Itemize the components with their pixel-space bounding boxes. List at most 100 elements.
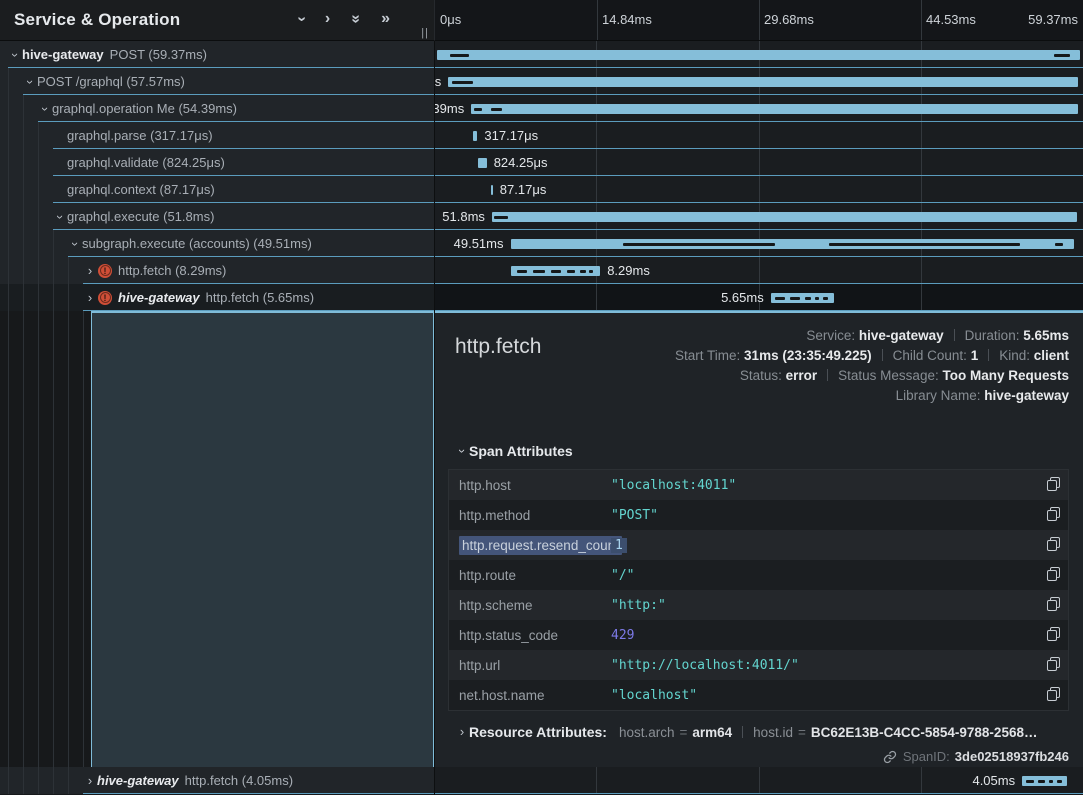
span-duration-bar[interactable]	[1022, 776, 1067, 786]
meta-label: Start Time:	[675, 348, 744, 363]
chevron-down-icon[interactable]: ›	[299, 11, 304, 27]
child-span-marker	[1057, 780, 1061, 783]
chevron-right-icon[interactable]: ›	[325, 11, 330, 27]
span-duration-bar[interactable]	[437, 50, 1080, 60]
resource-attributes-row[interactable]: › Resource Attributes: host.arch=arm64ho…	[448, 724, 1069, 740]
trace-span-row[interactable]: ›hive-gatewayPOST (59.37ms) 59.37ms	[0, 41, 1083, 68]
trace-span-row[interactable]: ›graphql.operation Me (54.39ms) 54.39ms	[0, 95, 1083, 122]
indent-guide	[38, 284, 39, 311]
indent-guide	[23, 95, 24, 122]
indent-guide	[68, 311, 69, 767]
span-operation-label: http.fetch (8.29ms)	[118, 263, 226, 278]
trace-span-row[interactable]: graphql.context (87.17μs) 87.17μs	[0, 176, 1083, 203]
chevron-down-icon[interactable]: ›	[68, 237, 82, 251]
span-tree-cell[interactable]: ›! http.fetch (8.29ms)	[0, 257, 434, 284]
double-chevron-right-icon[interactable]: »	[381, 11, 390, 27]
span-duration-label: 49.51ms	[454, 230, 504, 257]
span-duration-bar[interactable]	[478, 158, 487, 168]
indent-guide	[38, 767, 39, 794]
copy-attribute-button[interactable]	[1036, 477, 1060, 494]
span-duration-bar[interactable]	[491, 185, 493, 195]
span-tree-cell[interactable]: ›graphql.execute (51.8ms)	[0, 203, 434, 230]
attribute-value: "POST"	[611, 508, 1036, 523]
chevron-right-icon[interactable]: ›	[83, 291, 97, 305]
gridline	[921, 0, 922, 40]
span-duration-bar[interactable]	[771, 293, 834, 303]
span-duration-bar[interactable]	[473, 131, 477, 141]
span-service-name: hive-gateway	[22, 47, 104, 62]
chevron-right-icon[interactable]: ›	[83, 264, 97, 278]
trace-span-row[interactable]: ›subgraph.execute (accounts) (49.51ms) 4…	[0, 230, 1083, 257]
selected-span-expansion-area[interactable]	[91, 311, 434, 767]
gridline	[759, 149, 760, 176]
trace-span-row[interactable]: ›hive-gatewayhttp.fetch (4.05ms) 4.05ms	[0, 767, 1083, 794]
chevron-down-icon[interactable]: ›	[23, 75, 37, 89]
indent-guide	[8, 284, 9, 311]
panel-splitter[interactable]	[434, 41, 435, 795]
span-duration-bar[interactable]	[511, 239, 1074, 249]
child-span-marker	[589, 270, 593, 273]
panel-resize-handle[interactable]: ||	[421, 27, 429, 39]
span-duration-bar[interactable]	[511, 266, 601, 276]
copy-icon	[1047, 507, 1060, 521]
span-duration-bar[interactable]	[492, 212, 1077, 222]
span-duration-label: 317.17μs	[484, 122, 538, 149]
chevron-right-icon[interactable]: ›	[83, 774, 97, 788]
span-duration-label: 87.17μs	[500, 176, 547, 203]
span-duration-bar[interactable]	[448, 77, 1078, 87]
span-duration-label: 51.8ms	[442, 203, 485, 230]
indent-guide	[38, 149, 39, 176]
error-icon: !	[98, 264, 112, 278]
gridline	[596, 122, 597, 149]
attribute-value: "/"	[611, 568, 1036, 583]
copy-attribute-button[interactable]	[1036, 627, 1060, 644]
trace-span-row[interactable]: graphql.parse (317.17μs) 317.17μs	[0, 122, 1083, 149]
gridline	[921, 767, 922, 794]
span-tree-cell[interactable]: graphql.parse (317.17μs)	[0, 122, 434, 149]
span-tree-cell[interactable]: ›graphql.operation Me (54.39ms)	[0, 95, 434, 122]
trace-span-row[interactable]: ›POST /graphql (57.57ms) 57.57ms	[0, 68, 1083, 95]
span-tree-cell[interactable]: ›POST /graphql (57.57ms)	[0, 68, 434, 95]
span-tree-cell[interactable]: graphql.context (87.17μs)	[0, 176, 434, 203]
span-attributes-section-header[interactable]: › Span Attributes	[448, 443, 1069, 459]
span-id-value: 3de02518937fb246	[955, 749, 1069, 764]
indent-guide	[53, 257, 54, 284]
copy-attribute-button[interactable]	[1036, 507, 1060, 524]
child-span-marker	[452, 81, 473, 84]
resource-attributes-title: Resource Attributes:	[469, 724, 607, 740]
copy-icon	[1047, 687, 1060, 701]
trace-span-row[interactable]: graphql.validate (824.25μs) 824.25μs	[0, 149, 1083, 176]
indent-guide	[23, 257, 24, 284]
copy-attribute-button[interactable]	[1036, 567, 1060, 584]
span-tree-cell[interactable]: ›hive-gatewayhttp.fetch (4.05ms)	[0, 767, 434, 794]
trace-span-row[interactable]: ›graphql.execute (51.8ms) 51.8ms	[0, 203, 1083, 230]
indent-guide	[8, 122, 9, 149]
span-tree-cell[interactable]: ›hive-gatewayPOST (59.37ms)	[0, 41, 434, 68]
span-tree-cell[interactable]: ›!hive-gatewayhttp.fetch (5.65ms)	[0, 284, 434, 311]
link-icon[interactable]	[883, 750, 897, 764]
attribute-row: http.status_code 429	[449, 620, 1068, 650]
trace-span-row[interactable]: ›!hive-gatewayhttp.fetch (5.65ms) 5.65ms	[0, 284, 1083, 311]
span-duration-label: 4.05ms	[972, 767, 1015, 794]
chevron-down-icon[interactable]: ›	[38, 102, 52, 116]
copy-attribute-button[interactable]	[1036, 537, 1060, 554]
chevron-right-icon: ›	[455, 725, 469, 739]
axis-tick: 29.68ms	[764, 12, 814, 27]
copy-attribute-button[interactable]	[1036, 687, 1060, 704]
copy-attribute-button[interactable]	[1036, 597, 1060, 614]
span-duration-bar[interactable]	[471, 104, 1078, 114]
span-timeline-cell: 87.17μs	[434, 176, 1083, 203]
double-chevron-down-icon[interactable]: »	[351, 11, 360, 27]
span-meta-line: Start Time: 31ms (23:35:49.225)Child Cou…	[675, 348, 1069, 363]
span-timeline-cell: 4.05ms	[434, 767, 1083, 794]
gridline	[597, 0, 598, 40]
trace-span-row[interactable]: ›!http.fetch (8.29ms) 8.29ms	[0, 257, 1083, 284]
meta-value: 5.65ms	[1023, 328, 1069, 343]
copy-attribute-button[interactable]	[1036, 657, 1060, 674]
equals-sign: =	[679, 725, 687, 740]
span-tree-cell[interactable]: ›subgraph.execute (accounts) (49.51ms)	[0, 230, 434, 257]
chevron-down-icon[interactable]: ›	[8, 48, 22, 62]
span-tree-cell[interactable]: graphql.validate (824.25μs)	[0, 149, 434, 176]
axis-tick: 59.37ms	[1028, 12, 1078, 27]
chevron-down-icon[interactable]: ›	[53, 210, 67, 224]
